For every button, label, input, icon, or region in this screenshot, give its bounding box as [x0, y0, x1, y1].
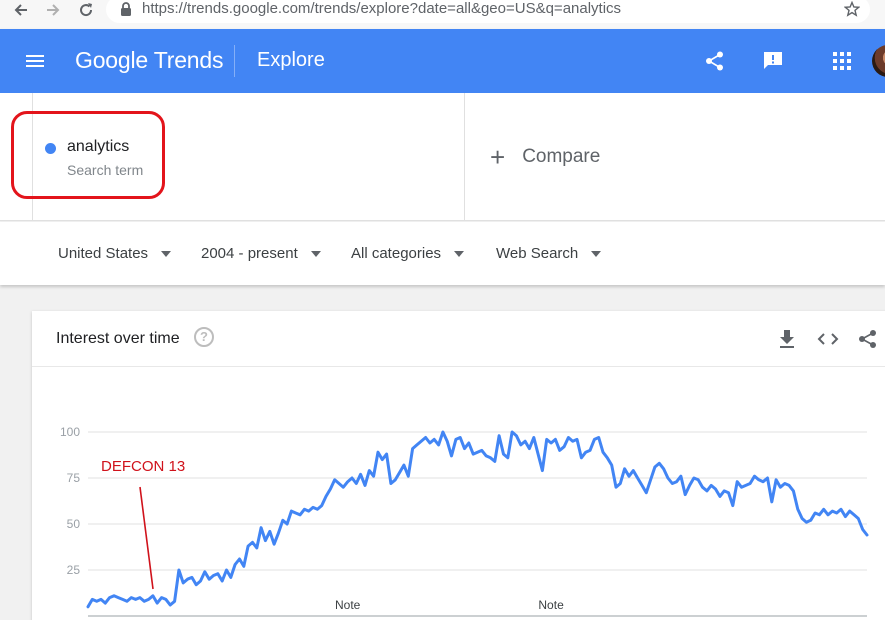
screen: https://trends.google.com/trends/explore…: [0, 0, 885, 620]
app-header: Google Trends Explore: [0, 29, 885, 93]
note-label: Note: [538, 598, 564, 612]
dropdown-caret-icon: [310, 250, 321, 257]
category-filter-label: All categories: [351, 245, 442, 262]
account-avatar[interactable]: [872, 45, 885, 77]
property-filter[interactable]: Web Search: [496, 245, 602, 262]
filter-bar: United States 2004 - present All categor…: [0, 222, 885, 285]
browser-toolbar: https://trends.google.com/trends/explore…: [0, 0, 885, 29]
region-filter[interactable]: United States: [58, 245, 172, 262]
annotation-pointer-line: [139, 486, 154, 590]
reload-icon: [80, 3, 93, 17]
property-filter-label: Web Search: [496, 245, 579, 262]
time-filter-label: 2004 - present: [201, 245, 298, 262]
reload-button[interactable]: [75, 0, 97, 20]
bookmark-star-icon[interactable]: [844, 1, 860, 17]
google-trends-logo[interactable]: Google Trends: [75, 47, 223, 74]
series-line-analytics: [86, 430, 869, 609]
page-title: Explore: [257, 49, 325, 71]
header-divider: [234, 45, 235, 77]
apps-grid-icon[interactable]: [832, 51, 852, 71]
dropdown-caret-icon: [591, 250, 602, 257]
panel-divider: [464, 93, 465, 221]
dropdown-caret-icon: [454, 250, 465, 257]
interest-line-chart: 25 50 75 100 Note Note DEFCON 13: [60, 425, 869, 617]
defcon-annotation-label: DEFCON 13: [101, 458, 185, 475]
hamburger-menu-icon[interactable]: [22, 49, 48, 73]
address-bar[interactable]: https://trends.google.com/trends/explore…: [106, 0, 870, 23]
note-label: Note: [335, 598, 361, 612]
region-filter-label: United States: [58, 245, 149, 262]
back-button[interactable]: [10, 0, 32, 20]
dropdown-caret-icon: [161, 250, 172, 257]
red-highlight-annotation: [11, 111, 165, 199]
y-tick-label: 100: [60, 425, 80, 439]
compare-label: Compare: [522, 146, 601, 167]
plus-icon: +: [490, 142, 506, 172]
compare-button[interactable]: + Compare: [490, 142, 601, 172]
share-icon[interactable]: [704, 50, 726, 72]
forward-button[interactable]: [42, 0, 64, 20]
y-tick-label: 25: [67, 563, 81, 577]
forward-arrow-icon: [47, 4, 60, 16]
y-tick-label: 50: [67, 517, 81, 531]
y-tick-label: 75: [67, 471, 81, 485]
url-text: https://trends.google.com/trends/explore…: [142, 0, 622, 17]
category-filter[interactable]: All categories: [351, 245, 465, 262]
feedback-icon[interactable]: [762, 50, 784, 72]
interest-over-time-card: Interest over time ? 25 50 75 100 Note Note DE…: [32, 311, 885, 620]
lock-icon: [121, 2, 131, 16]
back-arrow-icon: [14, 4, 27, 16]
time-filter[interactable]: 2004 - present: [201, 245, 321, 262]
